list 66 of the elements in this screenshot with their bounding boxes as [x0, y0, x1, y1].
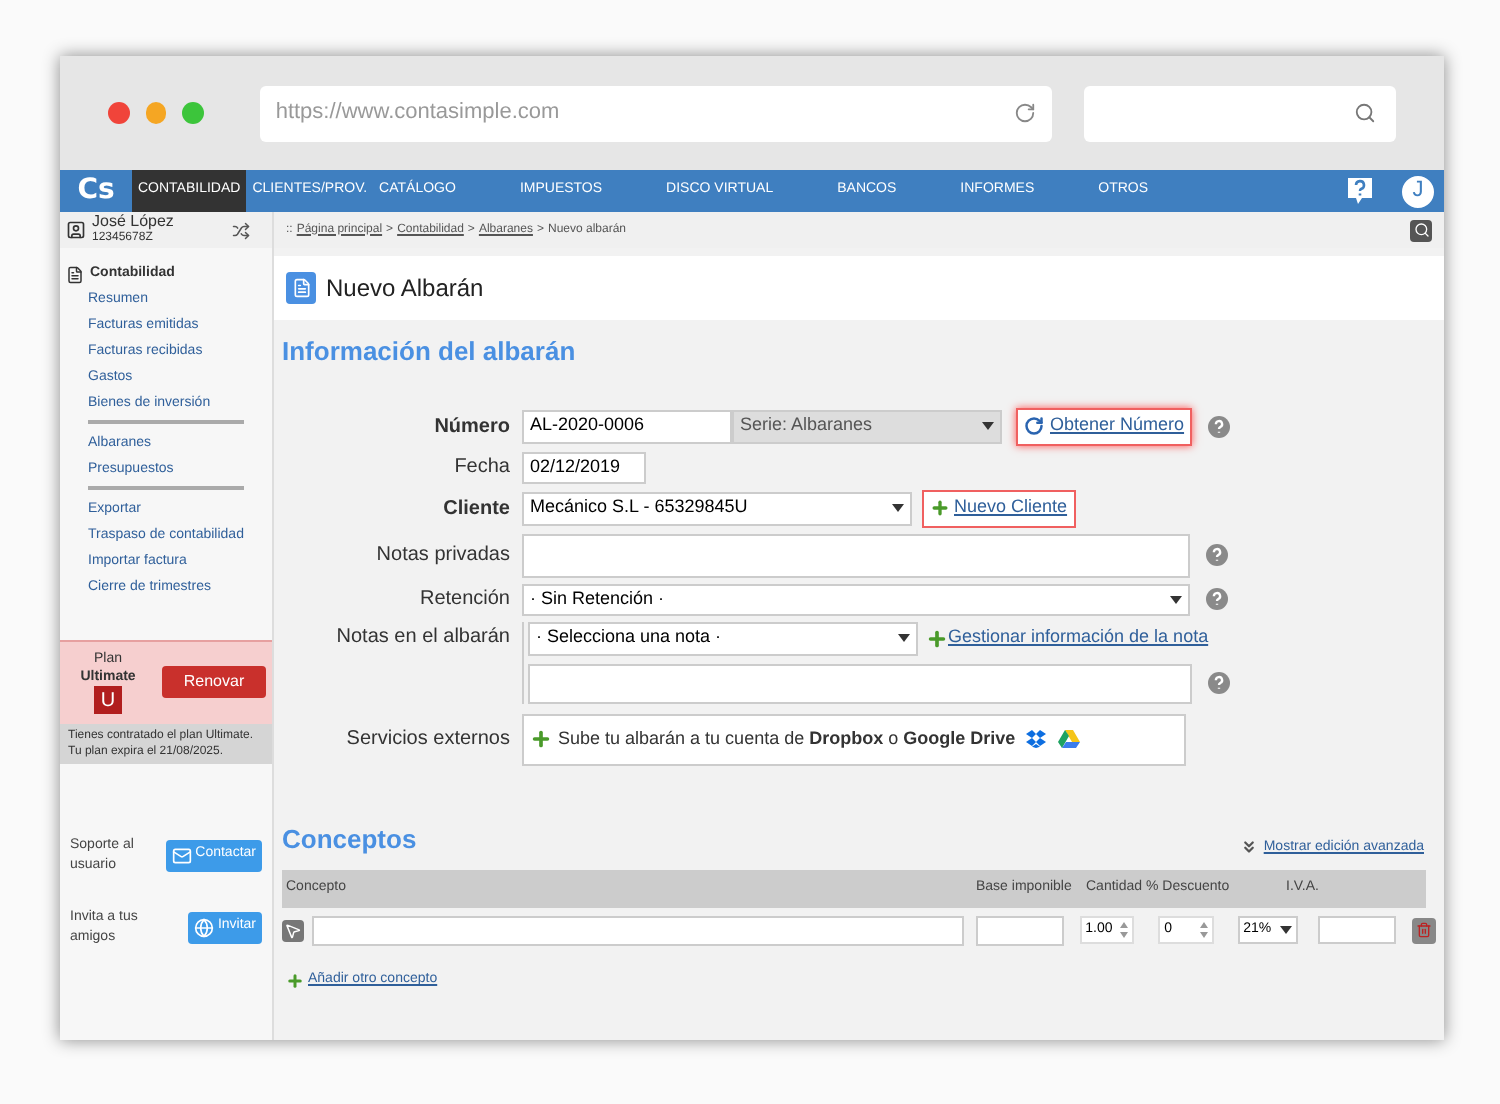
globe-icon — [193, 917, 214, 937]
plan-badge: U — [94, 686, 122, 714]
logo[interactable]: Cs — [60, 170, 132, 212]
field-label: Número — [432, 413, 512, 441]
field-label: Notas privadas — [374, 542, 512, 570]
number-input[interactable]: AL-2020-0006 — [522, 409, 732, 443]
help-icon[interactable] — [1206, 544, 1228, 566]
client-select[interactable]: Mecánico S.L - 65329845U — [522, 491, 912, 525]
cursor-icon[interactable] — [282, 919, 304, 941]
caret-icon — [1280, 926, 1293, 934]
search-icon — [1413, 222, 1429, 238]
field-label: Servicios externos — [344, 726, 512, 754]
field-label: Fecha — [452, 454, 512, 482]
caret-icon — [982, 422, 994, 430]
section-heading: Conceptos — [282, 821, 417, 858]
withholding-select[interactable]: · Sin Retención · — [522, 583, 1190, 615]
plus-icon — [926, 627, 948, 649]
vat-amount-field[interactable] — [1318, 916, 1397, 944]
concept-field[interactable] — [311, 915, 964, 945]
mail-icon — [171, 845, 192, 865]
note-select[interactable]: · Selecciona una nota · — [528, 621, 918, 655]
spinner-arrows-icon[interactable] — [1120, 922, 1129, 938]
field-label: Retención — [417, 586, 512, 614]
search-button[interactable] — [1410, 219, 1432, 241]
plus-icon — [530, 728, 552, 750]
series-select[interactable]: Serie: Albaranes — [732, 409, 1002, 443]
note-text-field[interactable] — [528, 663, 1192, 703]
document-icon — [66, 265, 84, 284]
caret-icon — [898, 634, 910, 642]
renew-button[interactable]: Renovar — [162, 666, 266, 698]
user-name: José López — [92, 214, 174, 230]
manage-note-link[interactable]: Gestionar información de la nota — [948, 624, 1209, 652]
maximize-window-button[interactable] — [182, 102, 204, 124]
reload-icon[interactable] — [1013, 102, 1036, 124]
drive-icon[interactable] — [1057, 730, 1080, 748]
page-title: Nuevo Albarán — [326, 272, 484, 306]
plus-icon — [286, 971, 304, 990]
spinner-arrows-icon[interactable] — [1199, 922, 1208, 938]
trash-icon — [1416, 922, 1433, 938]
dropbox-icon[interactable] — [1025, 730, 1046, 748]
field-label: Cliente — [441, 495, 512, 523]
help-icon[interactable] — [1208, 672, 1230, 694]
date-input[interactable]: 02/12/2019 — [522, 451, 646, 483]
refresh-icon — [1024, 416, 1044, 436]
caret-icon — [1170, 595, 1182, 603]
upload-text[interactable]: Sube tu albarán a tu cuenta de Dropbox o Google Drive — [558, 725, 1016, 753]
close-window-button[interactable] — [108, 102, 130, 124]
double-chevron-icon — [1239, 838, 1258, 857]
caret-icon — [892, 504, 904, 512]
taxable-base-field[interactable] — [975, 915, 1064, 945]
section-heading: Información del albarán — [282, 334, 578, 370]
shuffle-icon[interactable] — [232, 221, 250, 239]
user-avatar[interactable]: J — [1400, 173, 1436, 209]
user-card-icon — [66, 220, 86, 240]
browser-search-field[interactable] — [1083, 85, 1396, 141]
delete-button[interactable] — [1412, 917, 1436, 943]
search-icon[interactable] — [1353, 102, 1376, 124]
document-badge-icon — [286, 272, 316, 304]
help-icon[interactable] — [1348, 178, 1372, 204]
new-client-button[interactable]: Nuevo Cliente — [922, 489, 1076, 527]
help-icon[interactable] — [1206, 588, 1228, 610]
field-label: Notas en el albarán — [334, 623, 512, 651]
get-number-button[interactable]: Obtener Número — [1016, 407, 1193, 445]
help-icon[interactable] — [1208, 415, 1231, 437]
plus-icon — [930, 498, 950, 518]
private-notes-field[interactable] — [522, 533, 1190, 577]
